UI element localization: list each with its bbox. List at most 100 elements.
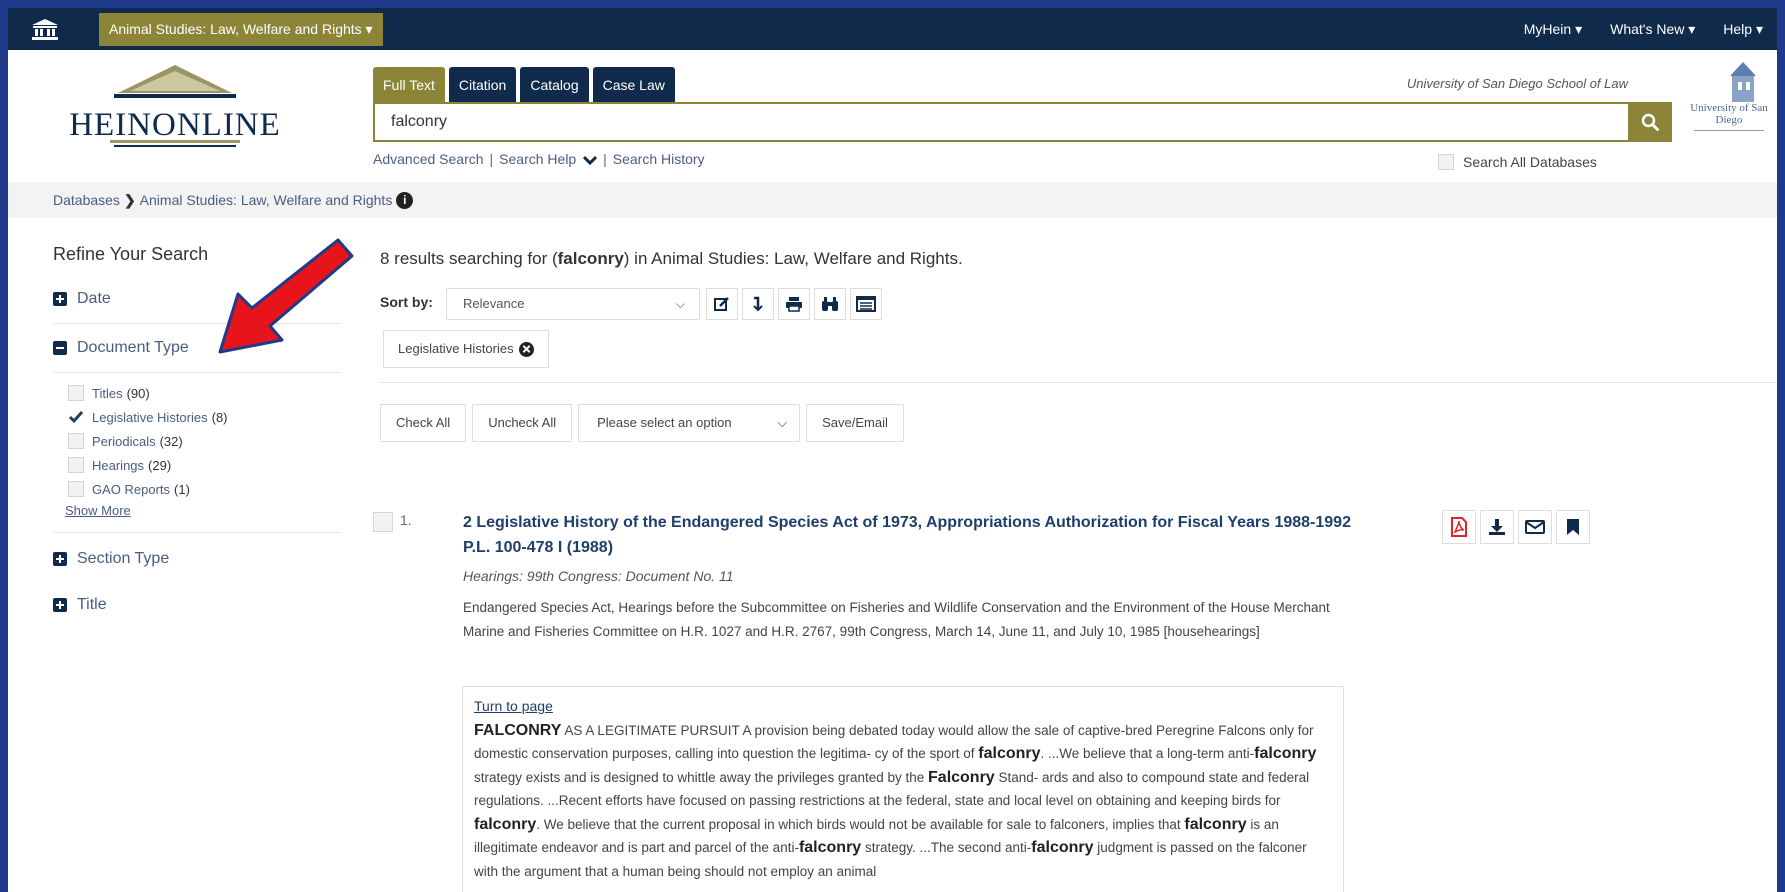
edit-icon xyxy=(714,297,729,311)
check-all-button[interactable]: Check All xyxy=(380,404,467,442)
show-more-link[interactable]: Show More xyxy=(65,503,343,518)
result-checkbox[interactable] xyxy=(373,512,393,532)
email-icon xyxy=(1525,520,1545,534)
option-legislative-histories[interactable]: Legislative Histories (8) xyxy=(67,405,343,429)
tab-catalog[interactable]: Catalog xyxy=(520,67,589,104)
result-actions xyxy=(1442,510,1594,544)
snippet-hit: falconry xyxy=(474,815,537,833)
search-help-link[interactable]: Search Help xyxy=(499,151,576,167)
snippet-segment: strategy exists and is designed to whitt… xyxy=(474,769,929,785)
result-description: Endangered Species Act, Hearings before … xyxy=(463,600,1330,639)
print-button[interactable] xyxy=(778,288,810,320)
remove-filter-icon[interactable] xyxy=(518,341,534,357)
minus-square-icon xyxy=(53,341,67,355)
uncheck-all-button[interactable]: Uncheck All xyxy=(472,404,573,442)
logo-text: HEINONLINE xyxy=(69,107,281,143)
bookmark-button[interactable] xyxy=(1556,510,1590,544)
facet-document-type-label: Document Type xyxy=(77,339,189,356)
home-building-icon[interactable] xyxy=(30,18,60,40)
print-icon xyxy=(786,297,802,312)
search-button[interactable] xyxy=(1628,102,1672,142)
summary-suffix: ) in Animal Studies: Law, Welfare and Ri… xyxy=(623,249,963,268)
snippet-hit: FALCONRY xyxy=(474,721,562,739)
snippet-hit: falconry xyxy=(1184,815,1247,833)
option-label: GAO Reports xyxy=(92,481,171,497)
legislative-histories-checkbox[interactable] xyxy=(67,408,85,426)
breadcrumb-current[interactable]: Animal Studies: Law, Welfare and Rights xyxy=(140,182,393,218)
facet-title[interactable]: Title xyxy=(53,593,343,617)
snippet-segment: strategy. ...The second anti- xyxy=(861,840,1032,855)
top-navbar: Animal Studies: Law, Welfare and Rights … xyxy=(8,8,1777,50)
search-tabs: Full Text Citation Catalog Case Law xyxy=(373,67,679,104)
save-email-button[interactable]: Save/Email xyxy=(806,404,904,442)
pdf-icon xyxy=(1451,517,1467,537)
tab-citation[interactable]: Citation xyxy=(448,67,517,104)
sort-direction-button[interactable] xyxy=(742,288,774,320)
result-number: 1. xyxy=(400,512,412,528)
gao-reports-checkbox[interactable] xyxy=(67,480,85,498)
find-button[interactable] xyxy=(814,288,846,320)
option-count: (29) xyxy=(148,457,172,473)
search-links: Advanced Search | Search Help | Search Hist… xyxy=(373,151,705,167)
search-input[interactable] xyxy=(375,104,1628,140)
option-gao-reports[interactable]: GAO Reports (1) xyxy=(67,477,343,501)
download-icon xyxy=(1489,519,1505,535)
plus-square-icon xyxy=(53,598,67,612)
chevron-down-icon[interactable] xyxy=(583,155,598,166)
university-logo: University of San Diego xyxy=(1688,60,1770,150)
sort-label: Sort by: xyxy=(380,294,433,310)
advanced-search-link[interactable]: Advanced Search xyxy=(373,151,484,167)
plus-square-icon xyxy=(53,292,67,306)
search-icon xyxy=(1641,113,1659,131)
snippet-hit: Falconry xyxy=(928,768,995,786)
edit-search-button[interactable] xyxy=(706,288,738,320)
screenshot-frame: Animal Studies: Law, Welfare and Rights … xyxy=(0,0,1785,892)
snippet-hit: falconry xyxy=(1031,839,1094,856)
pdf-button[interactable] xyxy=(1442,510,1476,544)
option-titles[interactable]: Titles (90) xyxy=(67,381,343,405)
info-icon[interactable]: i xyxy=(396,191,414,209)
option-count: (1) xyxy=(174,481,190,497)
tab-case-law[interactable]: Case Law xyxy=(592,67,675,104)
myhein-menu[interactable]: MyHein ▾ xyxy=(1510,21,1596,38)
turn-to-page-link[interactable]: Turn to page xyxy=(474,695,1333,719)
header: HEINONLINE Full Text Citation Catalog Ca… xyxy=(8,50,1777,182)
heinonline-logo[interactable]: HEINONLINE xyxy=(50,63,300,155)
search-all-databases[interactable]: Search All Databases xyxy=(1438,154,1597,170)
whats-new-menu[interactable]: What's New ▾ xyxy=(1596,21,1709,38)
view-list-button[interactable] xyxy=(850,288,882,320)
hearings-checkbox[interactable] xyxy=(67,456,85,474)
titles-checkbox[interactable] xyxy=(67,384,85,402)
snippet-hit: falconry xyxy=(1254,745,1317,762)
download-button[interactable] xyxy=(1480,510,1514,544)
plus-square-icon xyxy=(53,552,67,566)
result-subtitle: Hearings: 99th Congress: Document No. 11 xyxy=(463,568,734,584)
facet-section-type[interactable]: Section Type xyxy=(53,547,343,571)
help-menu[interactable]: Help ▾ xyxy=(1709,21,1777,38)
bulk-action-placeholder: Please select an option xyxy=(597,415,732,430)
search-all-label: Search All Databases xyxy=(1463,154,1597,170)
sort-select[interactable]: Relevance ⌵ xyxy=(446,288,700,320)
tab-full-text[interactable]: Full Text xyxy=(373,67,445,104)
option-label: Titles xyxy=(92,385,123,401)
breadcrumb-databases[interactable]: Databases xyxy=(53,182,120,218)
sort-arrow-icon xyxy=(753,296,763,312)
email-button[interactable] xyxy=(1518,510,1552,544)
facet-section-type-label: Section Type xyxy=(77,550,170,567)
bulk-actions: Check All Uncheck All Please select an o… xyxy=(380,404,910,442)
option-hearings[interactable]: Hearings (29) xyxy=(67,453,343,477)
chevron-down-icon: ⌵ xyxy=(675,297,685,311)
search-history-link[interactable]: Search History xyxy=(613,151,705,167)
divider xyxy=(53,372,341,373)
search-all-checkbox[interactable] xyxy=(1438,154,1454,170)
active-filter-chip[interactable]: Legislative Histories xyxy=(383,330,549,368)
periodicals-checkbox[interactable] xyxy=(67,432,85,450)
database-menu[interactable]: Animal Studies: Law, Welfare and Rights … xyxy=(99,13,383,46)
option-periodicals[interactable]: Periodicals (32) xyxy=(67,429,343,453)
result-title-link[interactable]: 2 Legislative History of the Endangered … xyxy=(463,510,1353,560)
snippet-segment: . ...We believe that a long-term anti- xyxy=(1040,746,1255,761)
option-label: Periodicals xyxy=(92,433,156,449)
bulk-action-select[interactable]: Please select an option ⌵ xyxy=(578,404,801,442)
bookmark-icon xyxy=(1567,519,1579,535)
binoculars-icon xyxy=(822,297,838,311)
